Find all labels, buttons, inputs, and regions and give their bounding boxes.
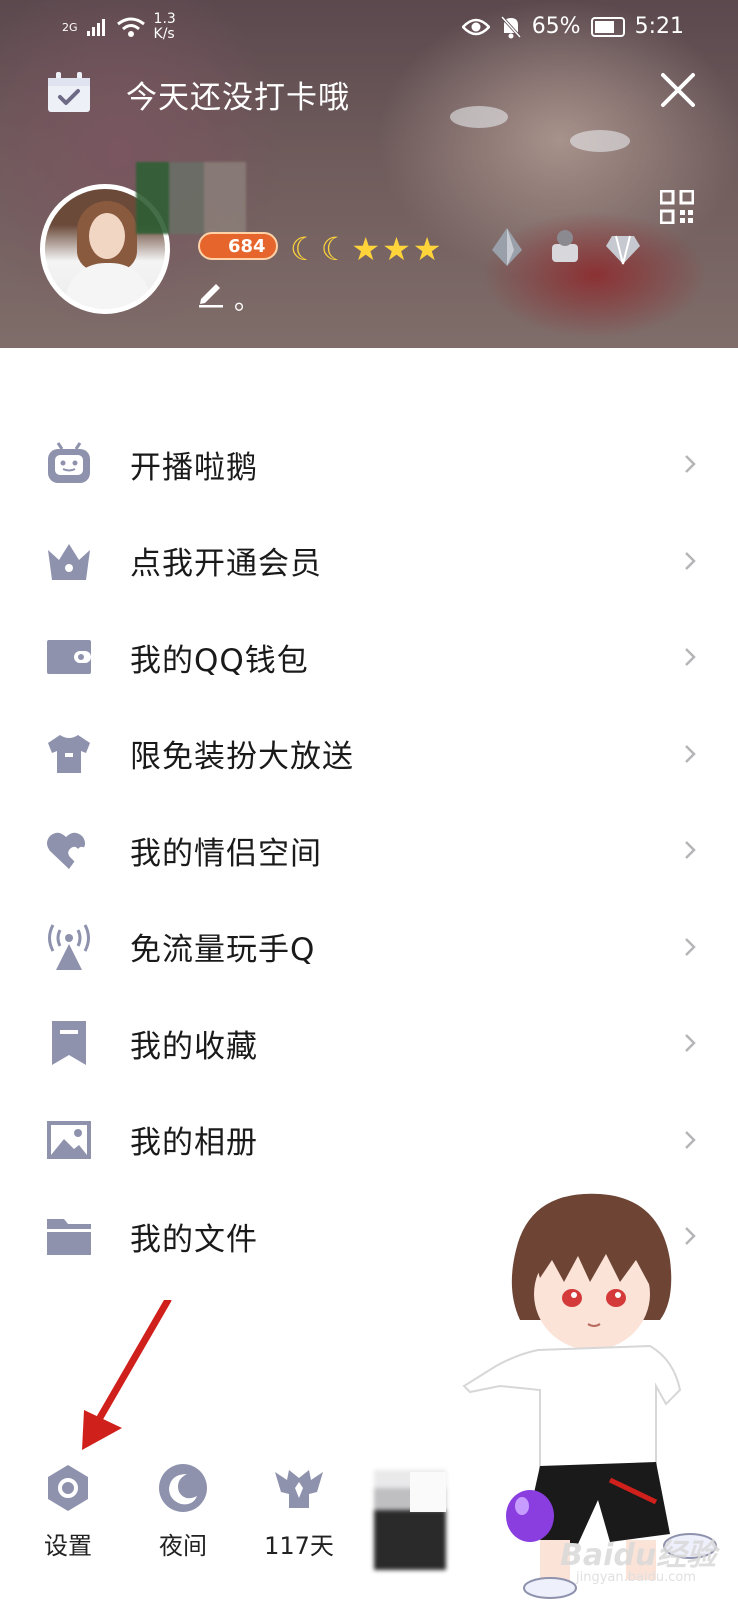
clock: 5:21 [634, 14, 684, 39]
menu-label: 点我开通会员 [130, 546, 322, 583]
winged-badge-icon [275, 1470, 323, 1508]
level-icons[interactable]: ☾ ☾ ★ ★ ★ [290, 230, 441, 268]
menu-label: 免流量玩手Q [130, 932, 316, 969]
menu-label: 我的QQ钱包 [130, 642, 309, 679]
level-number: 684 [228, 235, 266, 257]
chevron-right-icon [685, 455, 696, 474]
menu-label: 我的相册 [130, 1125, 258, 1162]
menu-label: 我的情侣空间 [130, 835, 322, 872]
folder-icon [47, 1219, 91, 1256]
header-background-art-2 [560, 126, 640, 156]
chevron-right-icon [685, 841, 696, 860]
battery-percent: 65% [531, 14, 581, 39]
signal-bars-icon [86, 19, 105, 36]
night-mode-button[interactable]: 夜间 [138, 1462, 228, 1561]
header-background-art [420, 100, 560, 140]
hexagon-gear-icon [48, 1465, 88, 1511]
menu-item-wallet[interactable]: 我的QQ钱包 [0, 609, 738, 706]
speed-value: 1.3 [153, 11, 176, 27]
profile-header: 2G 1.3 K/s 65% 5:21 今天还没打卡哦 684 ☾ ☾ ★ ★ … [0, 0, 738, 348]
menu-item-favorites[interactable]: 我的收藏 [0, 995, 738, 1092]
trophy-medal-icon [492, 228, 522, 266]
moon-icon: ☾ [290, 230, 319, 268]
star-icon: ★ [351, 230, 381, 268]
signal-tower-icon [48, 924, 90, 970]
chevron-right-icon [685, 1034, 696, 1053]
crown-icon [48, 543, 90, 580]
wifi-icon [116, 17, 145, 37]
menu-item-album[interactable]: 我的相册 [0, 1092, 738, 1189]
settings-label: 设置 [44, 1532, 92, 1560]
chevron-right-icon [685, 744, 696, 763]
tv-robot-icon [48, 442, 90, 484]
red-arrow-annotation [82, 1300, 172, 1450]
menu-item-couple[interactable]: 我的情侣空间 [0, 802, 738, 899]
menu-item-vip[interactable]: 点我开通会员 [0, 513, 738, 610]
days-badge-button[interactable]: 117天 [254, 1462, 344, 1561]
bookmark-icon [52, 1021, 86, 1066]
qr-code-icon[interactable] [660, 190, 694, 224]
network-type: 2G [62, 20, 78, 34]
mute-bell-icon [500, 15, 521, 38]
tshirt-icon [48, 734, 90, 773]
baidu-watermark: Baidu经验 [560, 1538, 717, 1573]
level-badge[interactable]: 684 [198, 232, 278, 260]
status-right: 65% 5:21 [461, 14, 684, 39]
night-label: 夜间 [159, 1532, 207, 1560]
checkin-text[interactable]: 今天还没打卡哦 [126, 72, 350, 117]
status-bar: 2G 1.3 K/s 65% 5:21 [0, 0, 738, 54]
pencil-icon[interactable] [196, 278, 226, 308]
moon-icon: ☾ [320, 230, 350, 268]
status-left: 2G 1.3 K/s [62, 12, 176, 42]
blurred-thumbnail-highlight [410, 1472, 446, 1512]
star-icon: ★ [412, 230, 442, 268]
battery-icon [590, 16, 625, 37]
speed-unit: K/s [153, 26, 175, 42]
chevron-right-icon [685, 1130, 696, 1149]
calendar-check-icon[interactable] [46, 70, 92, 114]
menu-label: 我的收藏 [130, 1028, 258, 1065]
chevron-right-icon [685, 937, 696, 956]
chevron-right-icon [685, 551, 696, 570]
diamond-medal-icon [606, 235, 640, 265]
menu-item-dressup[interactable]: 限免装扮大放送 [0, 706, 738, 803]
character-medal-icon [552, 230, 578, 262]
image-icon [47, 1120, 91, 1159]
menu-label: 我的文件 [130, 1221, 258, 1258]
moon-circle-icon [159, 1464, 207, 1512]
nickname-blurred [136, 162, 246, 234]
menu-label: 限免装扮大放送 [130, 739, 354, 776]
close-icon[interactable] [660, 72, 696, 108]
menu-item-free-data[interactable]: 免流量玩手Q [0, 899, 738, 996]
menu-item-live[interactable]: 开播啦鹅 [0, 416, 738, 513]
star-icon: ★ [382, 230, 411, 268]
signature-text[interactable]: 。 [234, 280, 260, 317]
menu-label: 开播啦鹅 [130, 449, 258, 486]
hearts-icon [47, 832, 88, 870]
eye-icon [461, 18, 490, 35]
qq-profile-drawer: 2G 1.3 K/s 65% 5:21 今天还没打卡哦 684 ☾ ☾ ★ ★ … [0, 0, 738, 1600]
settings-button[interactable]: 设置 [23, 1462, 113, 1561]
menu-list: 开播啦鹅 点我开通会员 我的QQ钱包 限免装扮大放送 我的情侣空间 免流量玩手Q… [0, 416, 738, 1285]
baidu-watermark-url: jingyan.baidu.com [576, 1570, 696, 1585]
wallet-icon [47, 640, 91, 675]
medal-row[interactable] [488, 226, 642, 268]
chevron-right-icon [685, 648, 696, 667]
days-label: 117天 [264, 1532, 334, 1560]
network-speed: 1.3 K/s [154, 12, 176, 42]
